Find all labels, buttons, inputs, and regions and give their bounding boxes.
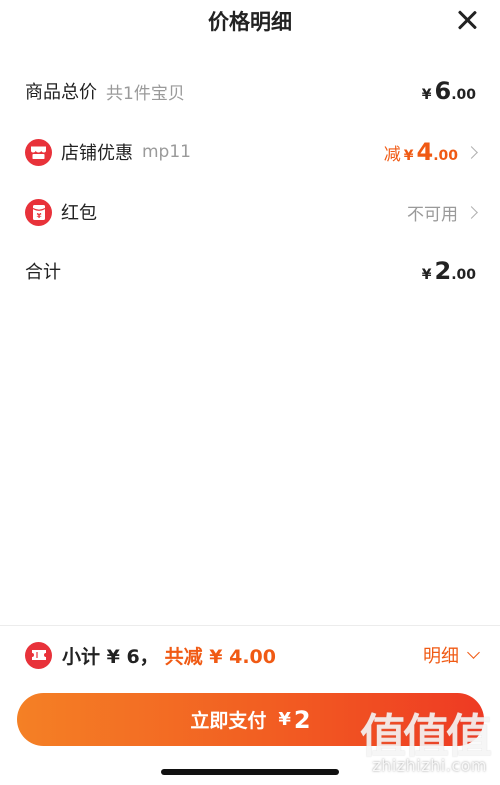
red-packet-label: 红包: [61, 203, 97, 224]
svg-text:¥: ¥: [36, 212, 41, 220]
chevron-down-icon: [467, 646, 480, 659]
close-icon[interactable]: [456, 9, 478, 31]
item-count: 共1件宝贝: [106, 83, 185, 104]
red-packet-row[interactable]: ¥ 红包 不可用: [0, 192, 500, 232]
watermark-url: zhizhizhi.com: [372, 756, 487, 775]
shop-discount-row[interactable]: 店铺优惠 mp11 减 ¥4.00: [0, 132, 500, 172]
pay-now-label: 立即支付: [190, 710, 267, 732]
shop-name: mp11: [142, 142, 191, 162]
pay-amount: 2: [293, 705, 311, 734]
shop-discount-label: 店铺优惠: [61, 143, 133, 164]
shop-icon: [25, 138, 52, 166]
detail-toggle[interactable]: 明细: [423, 635, 480, 675]
sum-label: 合计: [25, 262, 61, 283]
chevron-right-icon: [465, 145, 478, 159]
red-packet-status: 不可用: [407, 204, 458, 225]
subtotal-text: 小计 ¥ 6，: [62, 645, 159, 668]
red-packet-icon: ¥: [25, 198, 52, 226]
page-title: 价格明细: [208, 10, 292, 34]
divider: [0, 625, 500, 626]
total-price-label: 商品总价: [25, 82, 97, 103]
header: 价格明细: [0, 0, 500, 44]
coupon-ticket-icon: [25, 641, 52, 669]
total-price-value: ¥6.00: [421, 77, 476, 105]
summary-bar: 小计 ¥ 6， 共减 ¥ 4.00 明细: [0, 635, 500, 675]
shop-discount-value: 减 ¥4.00: [383, 138, 458, 166]
saved-text: 共减 ¥ 4.00: [164, 645, 277, 668]
total-price-row: 商品总价 共1件宝贝 ¥6.00: [0, 71, 500, 111]
chevron-right-icon: [465, 205, 478, 219]
detail-label: 明细: [423, 646, 459, 667]
home-indicator[interactable]: [161, 769, 339, 775]
sum-row: 合计 ¥2.00: [0, 251, 500, 291]
pay-currency: ¥: [278, 709, 291, 730]
pay-now-button[interactable]: 立即支付 ¥ 2: [17, 693, 484, 746]
sum-value: ¥2.00: [421, 257, 476, 285]
